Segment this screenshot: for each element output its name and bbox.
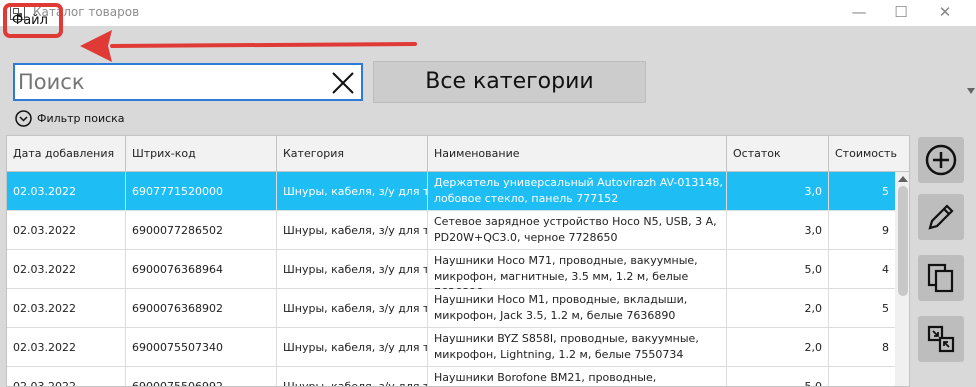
column-header[interactable]: Стоимость xyxy=(829,136,909,172)
barcode-cell: 6900077286502 xyxy=(126,211,277,250)
table-row[interactable]: 02.03.2022 6900077286502 Шнуры, кабеля, … xyxy=(7,211,895,250)
date-cell: 02.03.2022 xyxy=(7,328,126,367)
category-cell: Шнуры, кабеля, з/у для телефонов xyxy=(277,367,428,386)
table-row[interactable]: 02.03.2022 6900076368964 Шнуры, кабеля, … xyxy=(7,250,895,289)
date-cell: 02.03.2022 xyxy=(7,172,126,211)
name-cell: Наушники Hoco M71, проводные, вакуумные,… xyxy=(428,250,727,289)
copy-button[interactable] xyxy=(918,255,964,301)
category-button[interactable]: Все категории xyxy=(373,61,646,103)
stock-cell: 5,0 xyxy=(727,367,829,386)
menu-file-label[interactable]: Файл xyxy=(12,13,48,28)
name-cell: Наушники Borofone BM21, проводные, вакуу… xyxy=(428,367,727,386)
barcode-cell: 6900075506992 xyxy=(126,367,277,386)
search-box[interactable] xyxy=(13,63,363,101)
table-row[interactable]: 02.03.2022 6900075507340 Шнуры, кабеля, … xyxy=(7,328,895,367)
search-filter-label[interactable]: Фильтр поиска xyxy=(37,112,125,125)
products-table: Дата добавления Штрих-код Категория Наим… xyxy=(6,135,910,387)
pencil-icon xyxy=(928,204,954,230)
add-circle-icon xyxy=(925,144,957,176)
barcode-cell: 6900076368964 xyxy=(126,250,277,289)
chevron-down-icon[interactable] xyxy=(15,110,32,127)
category-cell: Шнуры, кабеля, з/у для телефонов xyxy=(277,211,428,250)
name-cell: Наушники BYZ S858I, проводные, вакуумные… xyxy=(428,328,727,367)
app-window: Каталог товаров — ☐ ✕ Файл Все категории… xyxy=(0,0,976,387)
table-row[interactable]: 02.03.2022 6907771520000 Шнуры, кабеля, … xyxy=(7,172,895,211)
annotation-arrow xyxy=(80,30,417,62)
column-header[interactable]: Дата добавления xyxy=(7,136,126,172)
category-cell: Шнуры, кабеля, з/у для телефонов xyxy=(277,250,428,289)
date-cell: 02.03.2022 xyxy=(7,250,126,289)
price-cell: 5 xyxy=(882,302,889,315)
scrollbar-thumb[interactable] xyxy=(898,186,908,296)
table-row[interactable]: 02.03.2022 6900075506992 Шнуры, кабеля, … xyxy=(7,367,895,386)
category-cell: Шнуры, кабеля, з/у для телефонов xyxy=(277,172,428,211)
column-header[interactable]: Штрих-код xyxy=(126,136,277,172)
price-cell: 9 xyxy=(882,224,889,237)
scroll-up-icon[interactable] xyxy=(898,176,908,182)
column-header[interactable]: Наименование xyxy=(428,136,727,172)
category-cell: Шнуры, кабеля, з/у для телефонов xyxy=(277,289,428,328)
stock-cell: 3,0 xyxy=(727,172,829,211)
barcode-cell: 6907771520000 xyxy=(126,172,277,211)
clear-icon[interactable] xyxy=(331,71,355,95)
merge-icon xyxy=(927,325,955,353)
merge-button[interactable] xyxy=(918,316,964,362)
scroll-down-icon[interactable] xyxy=(967,88,975,94)
price-cell: 4 xyxy=(882,263,889,276)
stock-cell: 3,0 xyxy=(727,211,829,250)
price-cell xyxy=(829,367,895,386)
close-button[interactable]: ✕ xyxy=(922,0,968,26)
title-bar: Каталог товаров — ☐ ✕ xyxy=(0,0,976,26)
menu-file-highlight[interactable]: Файл xyxy=(3,3,63,38)
date-cell: 02.03.2022 xyxy=(7,211,126,250)
category-cell: Шнуры, кабеля, з/у для телефонов xyxy=(277,328,428,367)
column-header[interactable]: Остаток xyxy=(727,136,829,172)
edit-button[interactable] xyxy=(918,194,964,240)
table-header: Дата добавления Штрих-код Категория Наим… xyxy=(7,136,909,172)
search-input[interactable] xyxy=(18,68,318,96)
table-row[interactable]: 02.03.2022 6900076368902 Шнуры, кабеля, … xyxy=(7,289,895,328)
vertical-scrollbar[interactable] xyxy=(895,172,909,386)
maximize-button[interactable]: ☐ xyxy=(878,0,924,26)
date-cell: 02.03.2022 xyxy=(7,367,126,386)
price-cell: 5 xyxy=(882,185,889,198)
stock-cell: 2,0 xyxy=(727,289,829,328)
date-cell: 02.03.2022 xyxy=(7,289,126,328)
column-header[interactable]: Категория xyxy=(277,136,428,172)
name-cell: Держатель универсальный Autovirazh AV-01… xyxy=(428,172,727,211)
stock-cell: 5,0 xyxy=(727,250,829,289)
name-cell: Наушники Hoco M1, проводные, вкладыши, м… xyxy=(428,289,727,328)
barcode-cell: 6900076368902 xyxy=(126,289,277,328)
stock-cell: 2,0 xyxy=(727,328,829,367)
outer-scrollbar[interactable] xyxy=(964,58,976,387)
copy-icon xyxy=(927,263,954,293)
price-cell: 8 xyxy=(882,341,889,354)
name-cell: Сетевое зарядное устройство Hoco N5, USB… xyxy=(428,211,727,250)
barcode-cell: 6900075507340 xyxy=(126,328,277,367)
minimize-button[interactable]: — xyxy=(836,0,882,26)
add-button[interactable] xyxy=(918,137,964,183)
